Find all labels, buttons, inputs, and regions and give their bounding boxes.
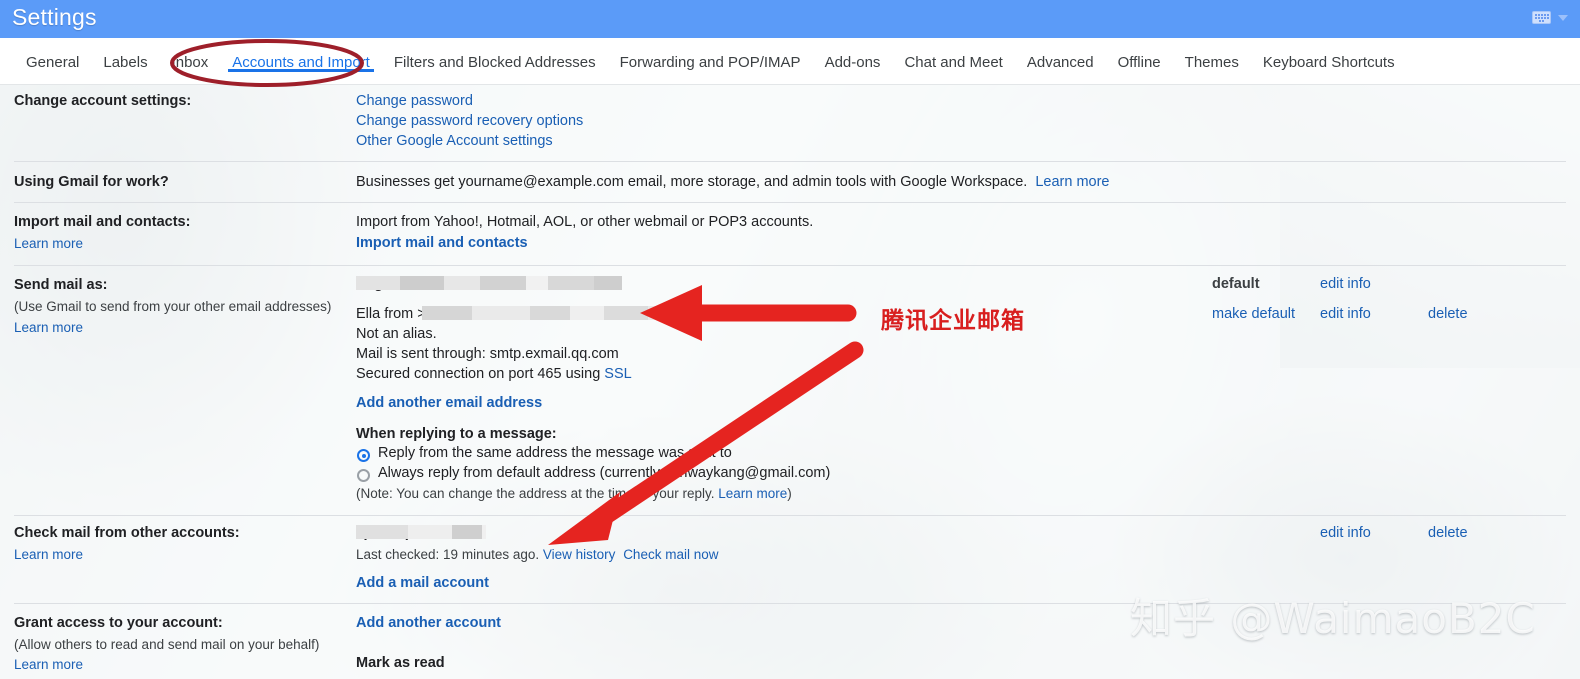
check-mail-delete-link[interactable]: delete [1428, 525, 1468, 541]
change-account-settings-label: Change account settings: [14, 93, 192, 109]
ssl-link[interactable]: SSL [604, 366, 631, 382]
add-another-email-address-link[interactable]: Add another email address [356, 395, 542, 411]
secondary-secure-connection: Secured connection on port 465 using SSL [356, 366, 632, 382]
import-description: Import from Yahoo!, Hotmail, AOL, or oth… [356, 214, 814, 230]
tab-chat-and-meet[interactable]: Chat and Meet [892, 38, 1014, 71]
settings-content: Change account settings: Change password… [0, 84, 1580, 679]
tab-keyboard-shortcuts[interactable]: Keyboard Shortcuts [1251, 38, 1407, 71]
tab-add-ons[interactable]: Add-ons [813, 38, 893, 71]
keyboard-language-switcher[interactable] [1532, 11, 1568, 24]
divider [14, 603, 1566, 604]
annotation-chinese-note: 腾讯企业邮箱 [881, 308, 1025, 334]
check-mail-learn-more-link[interactable]: Learn more [14, 547, 83, 562]
secondary-address-prefix: Ella from [356, 306, 414, 322]
check-mail-label: Check mail from other accounts: [14, 525, 240, 541]
send-mail-as-note: (Use Gmail to send from your other email… [14, 299, 332, 314]
tab-general[interactable]: General [14, 38, 91, 71]
send-mail-address-primary: @gmail.com> [356, 276, 622, 292]
reply-same-address-label[interactable]: Reply from the same address the message … [378, 445, 732, 461]
secure-connection-text: Secured connection on port 465 using [356, 366, 601, 382]
primary-edit-info-link[interactable]: edit info [1320, 276, 1371, 292]
reply-note-learn-more-link[interactable]: Learn more [718, 486, 787, 501]
reply-default-address-label[interactable]: Always reply from default address (curre… [378, 465, 830, 481]
check-mail-status: Last checked: 19 minutes ago. View histo… [356, 547, 718, 562]
radio-reply-default-address[interactable] [357, 469, 370, 482]
secondary-delete-link[interactable]: delete [1428, 306, 1468, 322]
reply-note-text: (Note: You can change the address at the… [356, 486, 715, 501]
change-password-recovery-link[interactable]: Change password recovery options [356, 113, 583, 129]
chevron-down-icon[interactable] [1558, 14, 1568, 21]
grant-access-note: (Allow others to read and send mail on y… [14, 637, 320, 652]
divider [14, 202, 1566, 203]
grant-access-label: Grant access to your account: [14, 615, 223, 631]
tab-accounts-and-import[interactable]: Accounts and Import [220, 38, 382, 72]
reply-note-close: ) [787, 486, 792, 501]
primary-default-badge: default [1212, 276, 1260, 292]
add-a-mail-account-link[interactable]: Add a mail account [356, 575, 489, 591]
check-mail-account: (POP3) [356, 525, 486, 541]
grant-access-learn-more-link[interactable]: Learn more [14, 657, 83, 672]
secondary-make-default-link[interactable]: make default [1212, 306, 1295, 322]
tab-themes[interactable]: Themes [1173, 38, 1251, 71]
secondary-edit-info-link[interactable]: edit info [1320, 306, 1371, 322]
page-title: Settings [12, 4, 97, 30]
send-mail-as-label: Send mail as: [14, 277, 108, 293]
view-history-link[interactable]: View history [543, 547, 616, 562]
tab-inbox[interactable]: Inbox [160, 38, 221, 71]
when-replying-heading: When replying to a message: [356, 426, 557, 442]
keyboard-icon[interactable] [1532, 11, 1551, 24]
radio-reply-same-address[interactable] [357, 449, 370, 462]
divider [14, 515, 1566, 516]
secondary-smtp-server: Mail is sent through: smtp.exmail.qq.com [356, 346, 619, 362]
redacted-pop3-account [356, 525, 486, 543]
gmail-for-work-text: Businesses get yourname@example.com emai… [356, 174, 1110, 190]
check-mail-now-link[interactable]: Check mail now [623, 547, 718, 562]
tab-forwarding-and-pop-imap[interactable]: Forwarding and POP/IMAP [608, 38, 813, 71]
divider [14, 161, 1566, 162]
window-title-bar: Settings [0, 0, 1580, 38]
send-mail-address-secondary: Ella from > [356, 306, 713, 322]
import-mail-label: Import mail and contacts: [14, 214, 191, 230]
gmail-for-work-label: Using Gmail for work? [14, 174, 169, 190]
divider [14, 265, 1566, 266]
redacted-email-secondary [422, 306, 713, 324]
gmail-for-work-description: Businesses get yourname@example.com emai… [356, 174, 1028, 190]
tab-labels[interactable]: Labels [91, 38, 159, 71]
tab-offline[interactable]: Offline [1106, 38, 1173, 71]
other-google-account-settings-link[interactable]: Other Google Account settings [356, 133, 553, 149]
send-mail-as-learn-more-link[interactable]: Learn more [14, 320, 83, 335]
tab-advanced[interactable]: Advanced [1015, 38, 1106, 71]
secondary-alias-status: Not an alias. [356, 326, 437, 342]
import-learn-more-link[interactable]: Learn more [14, 236, 83, 251]
redacted-email-primary [356, 276, 622, 294]
add-another-account-link[interactable]: Add another account [356, 615, 501, 631]
import-mail-and-contacts-action[interactable]: Import mail and contacts [356, 235, 528, 251]
reply-note: (Note: You can change the address at the… [356, 486, 792, 501]
mark-as-read-label: Mark as read [356, 655, 445, 671]
change-password-link[interactable]: Change password [356, 93, 473, 109]
tab-filters-and-blocked-addresses[interactable]: Filters and Blocked Addresses [382, 38, 608, 71]
settings-tab-bar: General Labels Inbox Accounts and Import Fil… [0, 38, 1580, 85]
gmail-for-work-learn-more-link[interactable]: Learn more [1035, 174, 1109, 190]
check-mail-edit-info-link[interactable]: edit info [1320, 525, 1371, 541]
last-checked-text: Last checked: 19 minutes ago. [356, 547, 540, 562]
